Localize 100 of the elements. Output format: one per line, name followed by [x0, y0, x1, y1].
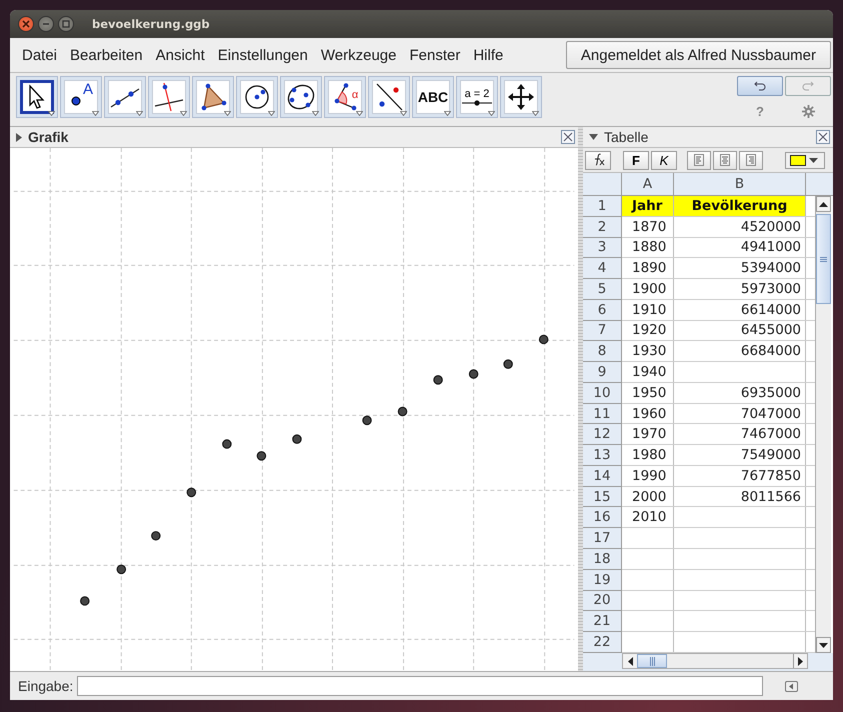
point-marker[interactable] [80, 596, 90, 606]
row-header[interactable]: 7 [583, 320, 622, 342]
tool-button[interactable] [192, 76, 234, 118]
row-header[interactable]: 3 [583, 238, 622, 258]
table-cell: 1940 [622, 362, 674, 382]
settings-icon[interactable] [802, 105, 814, 118]
table-cell: 1950 [622, 382, 674, 403]
minimize-button[interactable] [38, 16, 54, 32]
column-header[interactable]: B [674, 173, 806, 195]
tool-button[interactable]: ABC [412, 76, 454, 118]
maximize-icon [62, 20, 70, 28]
tool-button[interactable] [500, 76, 542, 118]
row-header[interactable]: 11 [583, 404, 622, 424]
italic-button[interactable]: K [651, 150, 677, 170]
dropdown-triangle-icon [268, 111, 275, 116]
table-cell: 7677850 [674, 466, 806, 486]
close-panel-button[interactable] [816, 130, 830, 144]
collapse-triangle-icon[interactable] [589, 134, 598, 140]
tool-button[interactable]: α [324, 76, 366, 118]
row-header[interactable]: 13 [583, 445, 622, 466]
right-arrow-icon[interactable] [798, 656, 803, 666]
panel-title: Tabelle [604, 129, 648, 145]
tool-button[interactable] [148, 76, 190, 118]
table-cell: 1960 [622, 404, 674, 424]
collapse-input-icon[interactable] [785, 680, 798, 692]
function-button[interactable] [585, 150, 611, 170]
close-panel-button[interactable] [561, 130, 575, 144]
up-arrow-icon[interactable] [819, 202, 828, 206]
row-header[interactable]: 16 [583, 507, 622, 528]
row-header[interactable]: 15 [583, 486, 622, 508]
point-marker[interactable] [503, 359, 513, 369]
point-marker[interactable] [362, 416, 372, 426]
login-button[interactable]: Angemeldet als Alfred Nussbaumer [566, 41, 831, 69]
row-header[interactable]: 8 [583, 341, 622, 362]
text-tool-label: ABC [418, 89, 448, 105]
menu-item[interactable]: Fenster [403, 46, 466, 64]
menu-item[interactable]: Ansicht [150, 46, 211, 64]
row-header[interactable]: 14 [583, 466, 622, 487]
point-marker[interactable] [186, 488, 196, 498]
tool-button[interactable] [280, 76, 322, 118]
row-header[interactable]: 9 [583, 362, 622, 383]
point-marker[interactable] [398, 406, 408, 416]
row-header[interactable]: 10 [583, 382, 622, 404]
menu-item[interactable]: Hilfe [467, 46, 510, 64]
bold-button[interactable]: F [623, 150, 649, 170]
row-header[interactable]: 5 [583, 279, 622, 300]
tool-button[interactable] [368, 76, 410, 118]
alpha-label: α [352, 89, 358, 101]
panel-title: Grafik [28, 129, 68, 145]
close-button[interactable] [18, 16, 34, 32]
row-header[interactable]: 18 [583, 549, 622, 570]
tool-button[interactable]: A [60, 76, 102, 118]
undo-button[interactable] [737, 76, 783, 96]
color-swatch-icon [790, 154, 806, 166]
left-arrow-icon[interactable] [628, 656, 632, 666]
table-cell: 6455000 [674, 320, 806, 340]
background-color-button[interactable] [785, 152, 825, 168]
table-cell: 5973000 [674, 279, 806, 299]
row-header[interactable]: 21 [583, 611, 622, 632]
point-marker[interactable] [468, 369, 478, 379]
row-header[interactable]: 2 [583, 216, 622, 238]
menu-item[interactable]: Einstellungen [212, 46, 314, 64]
table-cell: 1930 [622, 341, 674, 362]
menu-item[interactable]: Werkzeuge [314, 46, 402, 64]
row-header[interactable]: 22 [583, 632, 622, 653]
row-header[interactable]: 6 [583, 300, 622, 321]
align-right-button[interactable] [739, 150, 763, 170]
point-marker[interactable] [151, 531, 161, 541]
row-header[interactable]: 17 [583, 528, 622, 550]
menu-item[interactable]: Datei [16, 46, 64, 64]
table-cell: 1890 [622, 258, 674, 278]
dropdown-arrow-icon [809, 158, 818, 162]
point-marker[interactable] [222, 439, 232, 449]
vertical-scrollbar[interactable] [815, 196, 831, 653]
row-header[interactable]: 19 [583, 570, 622, 591]
align-center-button[interactable] [713, 150, 737, 170]
maximize-button[interactable] [58, 16, 74, 32]
point-marker[interactable] [292, 434, 302, 444]
row-header[interactable]: 1 [583, 196, 622, 217]
row-header[interactable]: 4 [583, 258, 622, 280]
circle-icon [243, 83, 271, 111]
align-left-button[interactable] [687, 150, 711, 170]
expand-triangle-icon[interactable] [16, 132, 22, 142]
point-marker[interactable] [256, 451, 266, 461]
tool-button[interactable] [104, 76, 146, 118]
tool-button[interactable] [236, 76, 278, 118]
menu-item[interactable]: Bearbeiten [64, 46, 149, 64]
input-field[interactable] [77, 676, 764, 696]
tool-button[interactable] [16, 76, 58, 118]
table-cell: 7047000 [674, 404, 806, 424]
row-header[interactable]: 20 [583, 590, 622, 612]
down-arrow-icon[interactable] [819, 642, 828, 648]
tool-button[interactable]: a = 2 [456, 76, 498, 118]
point-marker[interactable] [116, 564, 126, 574]
row-header[interactable]: 12 [583, 424, 622, 446]
point-icon [68, 94, 83, 108]
point-marker[interactable] [433, 375, 443, 385]
horizontal-scrollbar[interactable] [622, 653, 808, 669]
point-marker[interactable] [538, 334, 548, 344]
column-header[interactable]: A [622, 173, 674, 195]
